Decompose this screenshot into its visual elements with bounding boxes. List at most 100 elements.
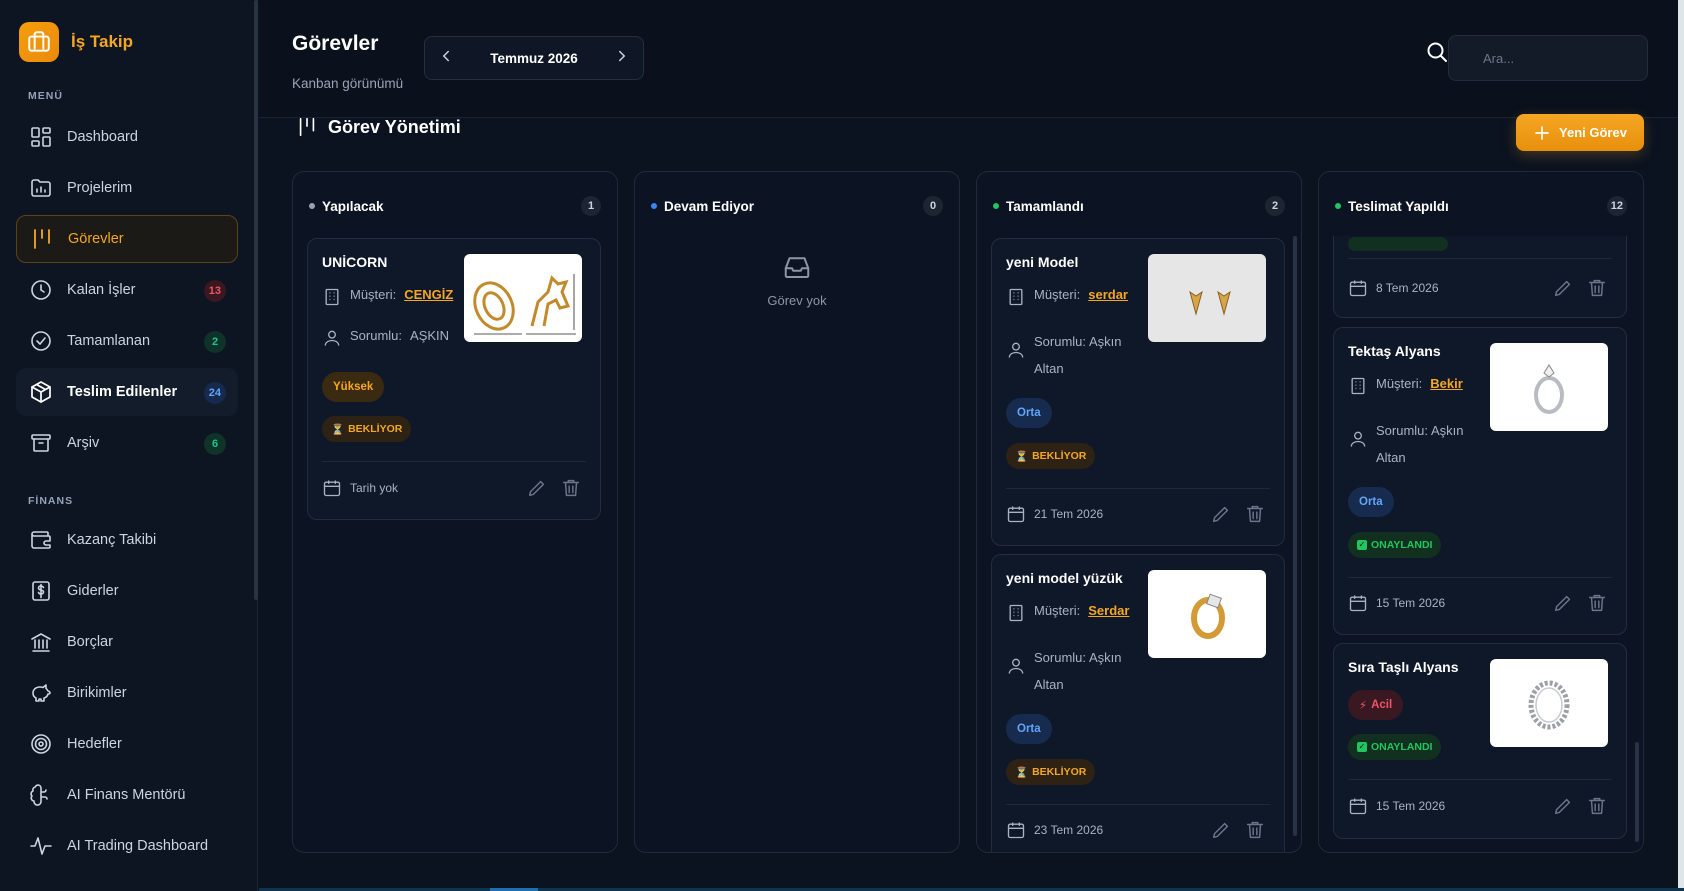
task-card-tektas-alyans[interactable]: Tektaş Alyans Müşteri: Bekir Sorumlu: Aş… xyxy=(1333,327,1627,635)
trash-icon[interactable] xyxy=(1244,819,1266,841)
sidebar-item-projects[interactable]: Projelerim xyxy=(16,164,238,212)
sidebar-item-completed[interactable]: Tamamlanan 2 xyxy=(16,317,238,365)
sidebar-item-debts[interactable]: Borçlar xyxy=(16,618,238,666)
folder-chart-icon xyxy=(31,179,51,197)
sidebar-item-ai-trading[interactable]: AI Trading Dashboard xyxy=(16,822,238,870)
sidebar-item-expenses[interactable]: Giderler xyxy=(16,567,238,615)
page-subtitle: Kanban görünümü xyxy=(292,76,404,91)
eternity-ring-image xyxy=(1528,680,1570,730)
customer-link[interactable]: CENGİZ xyxy=(404,287,453,302)
customer-row: Müşteri: Serdar xyxy=(1006,603,1129,623)
prev-month-button[interactable] xyxy=(437,47,455,70)
column-title: Devam Ediyor xyxy=(664,198,755,214)
column-scrollbar[interactable] xyxy=(1293,236,1297,836)
status-badge: ✓ ONAYLANDI xyxy=(1348,532,1442,558)
delivered-count-badge: 24 xyxy=(203,382,226,404)
column-body: UNİCORN Müşteri: CENGİZ Sorumlu: AŞKIN Y… xyxy=(307,236,603,852)
customer-row: Müşteri: serdar xyxy=(1006,287,1128,307)
responsible-name: AŞKIN xyxy=(410,328,450,343)
empty-state: Görev yok xyxy=(635,252,959,308)
briefcase-icon xyxy=(19,22,59,62)
column-scrollbar[interactable] xyxy=(1635,742,1639,842)
page-title: Görevler xyxy=(292,32,379,55)
customer-label: Müşteri: xyxy=(1034,603,1081,618)
calendar-icon xyxy=(1007,822,1025,839)
edit-icon[interactable] xyxy=(1210,819,1232,841)
customer-link[interactable]: serdar xyxy=(1088,287,1128,302)
bank-icon xyxy=(31,633,51,652)
task-card-partial[interactable]: 8 Tem 2026 xyxy=(1333,236,1627,318)
date-row: 23 Tem 2026 xyxy=(1006,820,1103,840)
edit-icon[interactable] xyxy=(1552,795,1574,817)
user-icon xyxy=(1008,342,1024,358)
date-row: 21 Tem 2026 xyxy=(1006,504,1103,524)
kanban-icon xyxy=(299,117,315,137)
sidebar-item-label: Dashboard xyxy=(67,129,138,145)
card-actions xyxy=(526,477,582,499)
sidebar-item-dashboard[interactable]: Dashboard xyxy=(16,113,238,161)
task-card-unicorn[interactable]: UNİCORN Müşteri: CENGİZ Sorumlu: AŞKIN Y… xyxy=(307,238,601,520)
task-thumbnail[interactable] xyxy=(1148,570,1266,658)
user-icon xyxy=(324,330,340,346)
task-card-yeni-model-yuzuk[interactable]: yeni model yüzük Müşteri: Serdar Sorumlu… xyxy=(991,554,1285,852)
new-task-label: Yeni Görev xyxy=(1559,125,1627,140)
edit-icon[interactable] xyxy=(526,477,548,499)
customer-link[interactable]: Bekir xyxy=(1430,376,1463,391)
column-delivered: Teslimat Yapıldı 12 8 Tem 2026 Tektaş Al… xyxy=(1318,171,1644,853)
edit-icon[interactable] xyxy=(1552,277,1574,299)
sidebar-item-remaining[interactable]: Kalan İşler 13 xyxy=(16,266,238,314)
date-row: Tarih yok xyxy=(322,478,398,498)
responsible-row: Sorumlu: Aşkın Altan xyxy=(1006,332,1134,382)
task-title: UNİCORN xyxy=(322,254,388,270)
next-month-button[interactable] xyxy=(613,47,631,70)
check-circle-icon xyxy=(31,331,51,351)
sidebar-item-tasks[interactable]: Görevler xyxy=(16,215,238,263)
task-thumbnail[interactable] xyxy=(1148,254,1266,342)
column-dot xyxy=(309,203,315,209)
sidebar-item-goals[interactable]: Hedefler xyxy=(16,720,238,768)
plus-icon xyxy=(1535,125,1549,140)
wallet-icon xyxy=(31,531,51,549)
solitaire-ring-image xyxy=(1534,364,1564,414)
responsible-text: Sorumlu: Aşkın Altan xyxy=(1034,644,1134,698)
column-count: 2 xyxy=(1265,196,1285,216)
edit-icon[interactable] xyxy=(1210,503,1232,525)
trash-icon[interactable] xyxy=(1586,277,1608,299)
customer-label: Müşteri: xyxy=(350,287,397,302)
task-date: 23 Tem 2026 xyxy=(1034,823,1104,837)
brand[interactable]: İş Takip xyxy=(19,22,133,62)
status-text: ONAYLANDI xyxy=(1371,539,1433,551)
trash-icon[interactable] xyxy=(1586,795,1608,817)
card-divider xyxy=(1348,779,1612,780)
task-date: 15 Tem 2026 xyxy=(1376,596,1446,610)
trash-icon[interactable] xyxy=(1586,592,1608,614)
column-title: Yapılacak xyxy=(322,198,384,214)
search-input[interactable] xyxy=(1448,35,1648,81)
column-count: 12 xyxy=(1606,196,1627,216)
building-icon xyxy=(325,288,339,306)
task-thumbnail[interactable] xyxy=(1490,343,1608,431)
edit-icon[interactable] xyxy=(1552,592,1574,614)
customer-link[interactable]: Serdar xyxy=(1088,603,1129,618)
sidebar-item-earnings[interactable]: Kazanç Takibi xyxy=(16,516,238,564)
task-card-sira-tasli-alyans[interactable]: Sıra Taşlı Alyans ⚡ Acil ✓ ONAYLANDI 15 Te… xyxy=(1333,643,1627,839)
priority-badge: Orta xyxy=(1006,714,1052,744)
search-icon[interactable] xyxy=(1425,40,1449,64)
status-badge: ⏳ BEKLİYOR xyxy=(322,416,412,442)
new-task-button[interactable]: Yeni Görev xyxy=(1516,114,1644,151)
sidebar-item-label: Borçlar xyxy=(67,634,113,650)
archive-icon xyxy=(31,434,51,452)
priority-text: Acil xyxy=(1371,699,1393,711)
card-actions xyxy=(1210,819,1266,841)
calendar-icon xyxy=(323,480,341,497)
task-card-yeni-model[interactable]: yeni Model Müşteri: serdar Sorumlu: Aşkı… xyxy=(991,238,1285,546)
trash-icon[interactable] xyxy=(560,477,582,499)
sidebar-item-ai-mentor[interactable]: AI Finans Mentörü xyxy=(16,771,238,819)
task-thumbnail[interactable] xyxy=(1490,659,1608,747)
sidebar-item-savings[interactable]: Birikimler xyxy=(16,669,238,717)
sidebar-item-delivered[interactable]: Teslim Edilenler 24 xyxy=(16,368,238,416)
sidebar-item-archive[interactable]: Arşiv 6 xyxy=(16,419,238,467)
trash-icon[interactable] xyxy=(1244,503,1266,525)
task-thumbnail[interactable] xyxy=(464,254,582,342)
sidebar-scrollbar[interactable] xyxy=(254,0,258,600)
